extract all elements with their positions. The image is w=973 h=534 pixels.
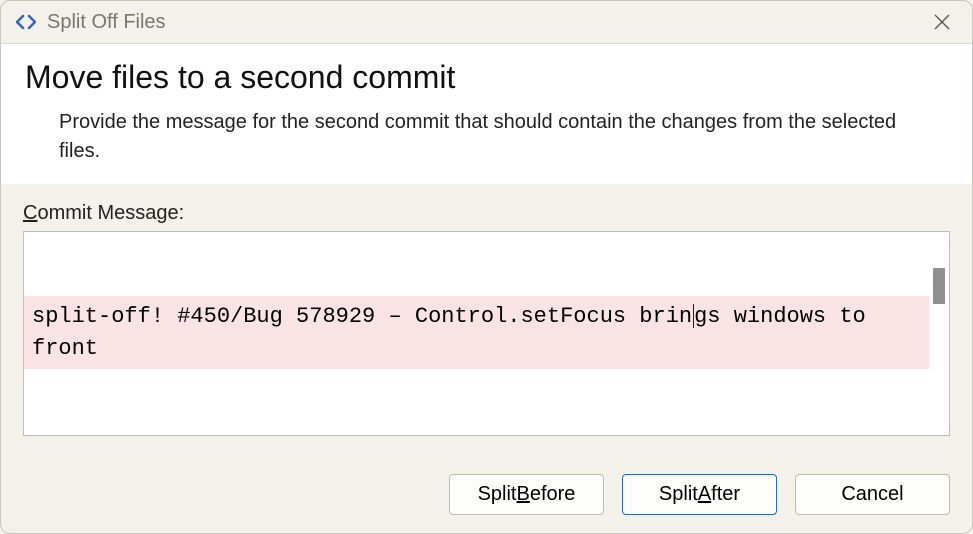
dialog-heading: Move files to a second commit bbox=[25, 59, 948, 96]
titlebar: Split Off Files bbox=[1, 1, 972, 44]
commit-message-editor[interactable]: split-off! #450/Bug 578929 – Control.set… bbox=[24, 232, 929, 435]
app-icon bbox=[15, 11, 37, 33]
close-button[interactable] bbox=[922, 4, 962, 40]
split-after-button[interactable]: Split After bbox=[622, 474, 777, 515]
commit-message-editor-wrap: split-off! #450/Bug 578929 – Control.set… bbox=[23, 231, 950, 436]
split-before-button[interactable]: Split Before bbox=[449, 474, 604, 515]
dialog-button-row: Split Before Split After Cancel bbox=[1, 456, 972, 533]
commit-message-label: Commit Message: bbox=[23, 202, 950, 225]
scrollbar-thumb[interactable] bbox=[933, 268, 945, 304]
commit-subject-line[interactable]: split-off! #450/Bug 578929 – Control.set… bbox=[24, 296, 929, 369]
dialog-header: Move files to a second commit Provide th… bbox=[1, 44, 972, 184]
commit-body-text[interactable]: If the application is in the background … bbox=[24, 432, 929, 435]
editor-scrollbar[interactable] bbox=[929, 232, 949, 435]
dialog-description: Provide the message for the second commi… bbox=[25, 108, 925, 166]
cancel-button[interactable]: Cancel bbox=[795, 474, 950, 515]
window-title: Split Off Files bbox=[47, 11, 166, 34]
dialog-body: Commit Message: split-off! #450/Bug 5789… bbox=[1, 184, 972, 456]
